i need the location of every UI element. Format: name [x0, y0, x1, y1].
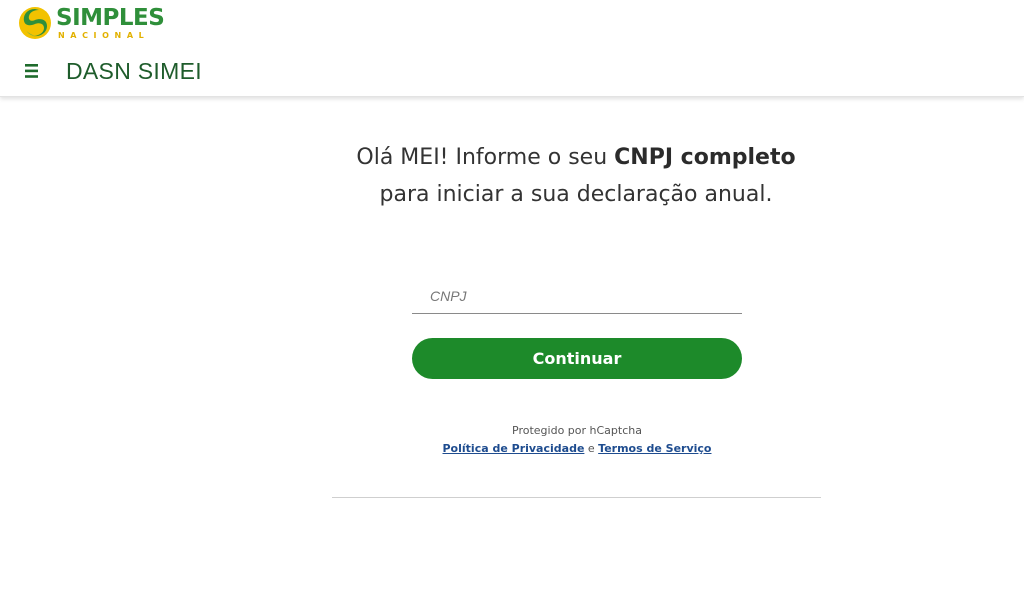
heading-line-1: Olá MEI! Informe o seu CNPJ completo	[276, 139, 876, 176]
terms-of-service-link[interactable]: Termos de Serviço	[598, 442, 711, 455]
heading-line-2: para iniciar a sua declaração anual.	[379, 182, 773, 207]
captcha-links: Política de Privacidade e Termos de Serv…	[377, 440, 777, 458]
privacy-policy-link[interactable]: Política de Privacidade	[443, 442, 585, 455]
heading-text: Olá MEI! Informe o seu	[356, 145, 615, 170]
hamburger-menu-icon[interactable]	[22, 60, 44, 82]
main-content: Olá MEI! Informe o seu CNPJ completo par…	[0, 97, 1024, 592]
logo-text: SIMPLES NACIONAL	[56, 4, 165, 40]
captcha-notice: Protegido por hCaptcha Política de Priva…	[377, 422, 777, 458]
heading-bold-text: CNPJ completo	[614, 145, 796, 170]
app-title: DASN SIMEI	[66, 58, 202, 84]
simples-nacional-logo[interactable]: SIMPLES NACIONAL	[18, 4, 165, 40]
continue-button[interactable]: Continuar	[412, 338, 742, 379]
top-header: SIMPLES NACIONAL DASN SIMEI	[0, 0, 1024, 97]
cnpj-input[interactable]	[428, 279, 742, 313]
page-heading: Olá MEI! Informe o seu CNPJ completo par…	[276, 139, 876, 213]
simples-logo-icon	[18, 6, 52, 40]
cnpj-field	[412, 279, 742, 314]
logo-sub-text: NACIONAL	[58, 30, 150, 40]
section-divider	[332, 497, 821, 498]
captcha-text: Protegido por hCaptcha	[512, 424, 642, 437]
logo-main-text: SIMPLES	[56, 4, 165, 31]
link-conjunction: e	[584, 442, 599, 455]
